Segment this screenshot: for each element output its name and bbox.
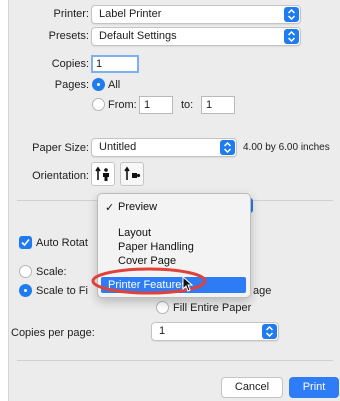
presets-label: Presets: xyxy=(48,30,89,42)
copies-per-page-popup[interactable]: 1 xyxy=(151,322,279,341)
menu-item-paper-handling[interactable]: Paper Handling xyxy=(118,241,194,253)
pages-to-label: to: xyxy=(181,99,194,111)
cancel-button[interactable]: Cancel xyxy=(221,377,283,398)
auto-rotate-label: Auto Rotat xyxy=(36,237,88,249)
paper-size-label: Paper Size: xyxy=(32,142,89,154)
copies-per-page-label: Copies per page: xyxy=(11,327,95,339)
up-down-stepper-icon xyxy=(262,324,277,339)
menu-checkmark: ✓ xyxy=(105,202,115,214)
auto-rotate-checkbox[interactable] xyxy=(19,236,32,249)
portrait-orientation-icon xyxy=(95,166,109,181)
orientation-label: Orientation: xyxy=(32,170,89,182)
scale-to-fit-label: Scale to Fi xyxy=(36,285,88,297)
printer-label: Printer: xyxy=(53,8,89,20)
pages-range-radio[interactable] xyxy=(92,98,105,111)
copies-field[interactable]: 1 xyxy=(91,55,139,73)
paper-size-dimensions: 4.00 by 6.00 inches xyxy=(243,142,330,153)
scale-label: Scale: xyxy=(36,266,67,278)
scale-radio[interactable] xyxy=(19,265,32,278)
up-down-stepper-icon xyxy=(284,7,299,22)
pages-label: Pages: xyxy=(54,79,89,91)
landscape-orientation-button[interactable] xyxy=(120,162,144,186)
up-down-stepper-icon xyxy=(220,140,235,155)
pages-from-label: From: xyxy=(108,99,137,111)
pages-to-field[interactable]: 1 xyxy=(201,96,235,114)
presets-value: Default Settings xyxy=(99,30,177,42)
printer-popup[interactable]: Label Printer xyxy=(91,5,301,24)
landscape-orientation-icon xyxy=(124,166,141,180)
section-divider xyxy=(17,360,333,361)
menu-item-preview[interactable]: Preview xyxy=(118,201,157,213)
fill-entire-paper-label: Fill Entire Paper xyxy=(173,302,252,314)
paper-size-value: Untitled xyxy=(99,141,137,153)
mouse-pointer-icon xyxy=(182,276,194,292)
pages-from-field[interactable]: 1 xyxy=(139,96,173,114)
print-dialog: Printer: Label Printer Presets: Default … xyxy=(8,0,340,401)
print-button[interactable]: Print xyxy=(289,377,339,398)
pages-all-radio[interactable] xyxy=(92,78,105,91)
portrait-orientation-button[interactable] xyxy=(91,162,115,186)
scale-to-fit-radio[interactable] xyxy=(19,284,32,297)
checkmark-icon xyxy=(21,238,30,247)
fill-entire-paper-radio[interactable] xyxy=(156,301,169,314)
up-down-stepper-icon xyxy=(284,29,299,44)
copies-per-page-value: 1 xyxy=(159,325,166,337)
presets-popup[interactable]: Default Settings xyxy=(91,27,301,46)
scale-to-fit-tail-label: age xyxy=(253,285,272,297)
paper-size-popup[interactable]: Untitled xyxy=(91,138,237,157)
menu-item-layout[interactable]: Layout xyxy=(118,227,151,239)
pages-all-label: All xyxy=(108,79,121,91)
printer-value: Label Printer xyxy=(99,8,162,20)
copies-label: Copies: xyxy=(51,58,89,70)
